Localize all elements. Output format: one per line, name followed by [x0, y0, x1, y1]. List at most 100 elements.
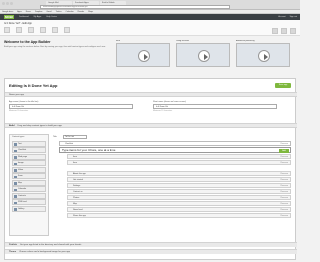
- play-icon[interactable]: [138, 50, 150, 62]
- play-icon[interactable]: [198, 50, 210, 62]
- bookmark-link[interactable]: Google docs: [2, 10, 13, 13]
- list-item[interactable]: Item Remove: [67, 160, 291, 165]
- title-input[interactable]: To Do List: [63, 135, 87, 139]
- list-item-label: Item: [73, 162, 77, 164]
- nav-link-my-apps[interactable]: My Apps: [34, 16, 42, 18]
- content-type-item[interactable]: Form: [12, 173, 46, 179]
- remove-link[interactable]: Remove: [281, 196, 288, 199]
- share-icon[interactable]: [272, 28, 278, 34]
- browser-chrome: Google Mail Facebook Apps Build a Mobile…: [0, 0, 300, 10]
- app-name-field-group: App name (shown in the title bar) Is It …: [9, 101, 133, 112]
- video-thumbnail[interactable]: [116, 43, 170, 67]
- preview-icon[interactable]: [281, 28, 287, 34]
- publish-section-bar[interactable]: Publish Get your app listed in the direct…: [5, 242, 297, 247]
- remove-link[interactable]: Remove: [281, 161, 288, 164]
- remove-link[interactable]: Remove: [281, 142, 288, 145]
- minimize-window-icon[interactable]: [6, 2, 9, 5]
- nav-link-dashboard[interactable]: Dashboard: [19, 16, 29, 18]
- app-name-input[interactable]: Is It Done Yet: [9, 104, 133, 109]
- content-type-item[interactable]: Gallery: [12, 205, 46, 212]
- address-bar[interactable]: www.buildmyappnow.com/editor/app/is-it-d…: [40, 5, 230, 9]
- title-label: Title: [53, 136, 57, 138]
- list-item[interactable]: Contact us Remove: [67, 189, 291, 194]
- toolbar-icon[interactable]: [52, 27, 58, 33]
- name-section-bar[interactable]: Name your app: [5, 92, 297, 97]
- nav-link-account[interactable]: Account: [278, 16, 285, 18]
- toolbar-icon[interactable]: [28, 27, 34, 33]
- list-item[interactable]: Settings Remove: [67, 183, 291, 188]
- tutorial-video[interactable]: Using sections: [176, 40, 230, 67]
- toolbar-icon[interactable]: [16, 27, 22, 33]
- remove-link[interactable]: Remove: [281, 178, 288, 181]
- list-item[interactable]: Get started Remove: [67, 177, 291, 182]
- content-type-item[interactable]: Image: [12, 160, 46, 166]
- content-rows: About this app Remove Get started Remove S…: [59, 171, 291, 218]
- bookmark-link[interactable]: Apps: [17, 10, 22, 13]
- todo-item-input[interactable]: Type items for you: Chore, one at a time…: [59, 147, 291, 153]
- bookmark-link[interactable]: Gmail: [46, 10, 51, 13]
- editor-title: Editing Is It Done Yet App: [9, 83, 58, 88]
- bookmark-link[interactable]: Calendar: [66, 10, 74, 13]
- todo-input-text: Type items for you: Chore, one at a time: [62, 148, 116, 152]
- video-thumbnail[interactable]: [176, 43, 230, 67]
- tutorial-video[interactable]: Intro: [116, 40, 170, 67]
- toolbar-icon[interactable]: [4, 27, 10, 33]
- play-icon[interactable]: [258, 50, 270, 62]
- content-types-heading: Content types: [12, 136, 25, 138]
- section-title-row: Title To Do List: [53, 134, 293, 140]
- list-item[interactable]: Checklist Remove: [59, 141, 291, 146]
- publish-bar-title: Publish: [9, 244, 17, 246]
- toolbar-icon[interactable]: [40, 27, 46, 33]
- content-type-item[interactable]: Map: [12, 179, 46, 186]
- tutorial-video[interactable]: Advanced publishing: [236, 40, 290, 67]
- maximize-window-icon[interactable]: [10, 2, 13, 5]
- short-name-input[interactable]: Is It Done Yet: [153, 104, 277, 109]
- toolbar-icon[interactable]: [64, 27, 70, 33]
- content-type-item[interactable]: RSS feed: [12, 199, 46, 205]
- content-type-item[interactable]: Contacts: [12, 192, 46, 199]
- close-window-icon[interactable]: [2, 2, 5, 5]
- content-type-item[interactable]: Web page: [12, 153, 46, 160]
- list-item-label: Checklist: [65, 143, 74, 145]
- remove-link[interactable]: Remove: [281, 208, 288, 211]
- remove-link[interactable]: Remove: [281, 202, 288, 205]
- list-item[interactable]: Photos Remove: [67, 195, 291, 200]
- bookmark-link[interactable]: Twitter: [56, 10, 62, 13]
- bookmark-link[interactable]: Dropbox: [35, 10, 43, 13]
- content-types-panel: Content types Text Checklist Web page Im…: [9, 134, 49, 236]
- list-item[interactable]: Map Remove: [67, 201, 291, 206]
- list-item[interactable]: Item Remove: [67, 154, 291, 159]
- list-item[interactable]: Share this app Remove: [67, 213, 291, 218]
- remove-link[interactable]: Remove: [281, 155, 288, 158]
- nav-link-sign-out[interactable]: Sign out: [290, 16, 297, 18]
- window-controls: [2, 2, 13, 5]
- list-item[interactable]: News feed Remove: [67, 207, 291, 212]
- bookmark-link[interactable]: News: [26, 10, 31, 13]
- bookmark-link[interactable]: Maps: [88, 10, 93, 13]
- content-type-item[interactable]: Calendar: [12, 186, 46, 192]
- toolbar-right: [272, 28, 296, 34]
- app-name-hint: Maximum 20 characters: [9, 110, 29, 112]
- list-item-label: Contact us: [73, 191, 83, 193]
- build-section-bar[interactable]: Build Drag and drop content types to buil…: [5, 123, 297, 128]
- add-item-button[interactable]: Add: [279, 148, 289, 153]
- settings-icon[interactable]: [290, 28, 296, 34]
- save-app-button[interactable]: Save app: [275, 83, 291, 88]
- theme-section-bar[interactable]: Theme Choose colors and a background imag…: [5, 249, 297, 254]
- list-item-label: Map: [73, 203, 77, 205]
- content-type-item[interactable]: Text: [12, 140, 46, 147]
- welcome-text: Build your app using the sections below.…: [4, 46, 106, 48]
- short-name-hint: Maximum 12 characters: [153, 110, 173, 112]
- site-logo[interactable]: MOBI: [4, 15, 14, 19]
- content-type-item[interactable]: Checklist: [12, 147, 46, 153]
- remove-link[interactable]: Remove: [281, 190, 288, 193]
- content-type-item[interactable]: Video: [12, 166, 46, 173]
- remove-link[interactable]: Remove: [281, 214, 288, 217]
- remove-link[interactable]: Remove: [281, 172, 288, 175]
- list-item[interactable]: About this app Remove: [67, 171, 291, 176]
- remove-link[interactable]: Remove: [281, 184, 288, 187]
- bookmark-link[interactable]: Reader: [78, 10, 85, 13]
- nav-link-help[interactable]: Help Center: [46, 16, 57, 18]
- video-thumbnail[interactable]: [236, 43, 290, 67]
- list-item-label: News feed: [73, 209, 83, 211]
